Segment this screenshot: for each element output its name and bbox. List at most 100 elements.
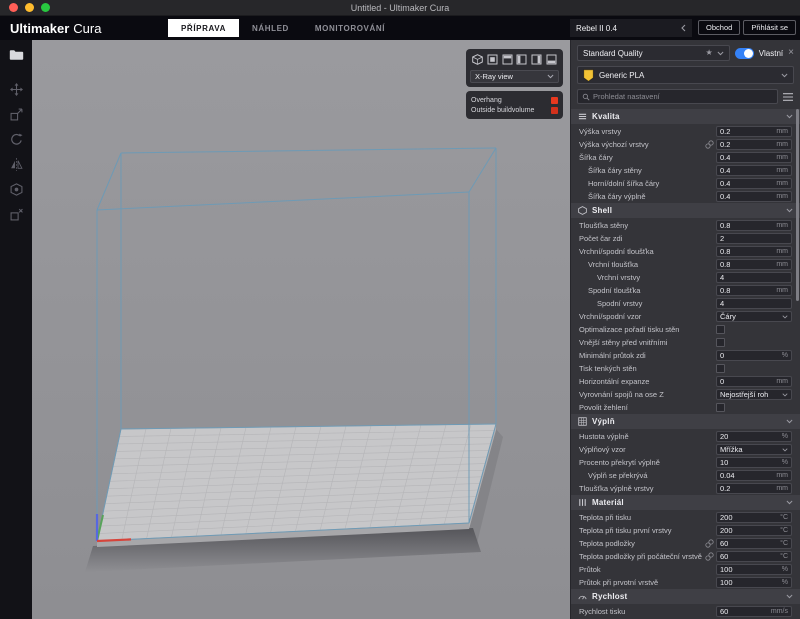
- setting-row[interactable]: Šířka čáry výplně0.4mm: [571, 190, 800, 203]
- marketplace-button[interactable]: Obchod: [698, 20, 740, 35]
- setting-row[interactable]: Rychlost tisku60mm/s: [571, 605, 800, 618]
- minimize-window-button[interactable]: [25, 3, 34, 12]
- setting-row[interactable]: Horizontální expanze0mm: [571, 375, 800, 388]
- setting-dropdown[interactable]: Mřížka: [716, 444, 792, 455]
- setting-row[interactable]: Šířka čáry stěny0.4mm: [571, 164, 800, 177]
- setting-row[interactable]: Hustota výplně20%: [571, 430, 800, 443]
- setting-checkbox[interactable]: [716, 403, 725, 412]
- setting-value-field[interactable]: 0.4mm: [716, 165, 792, 176]
- settings-category-header[interactable]: Shell: [571, 203, 800, 218]
- setting-value-field[interactable]: 0.8mm: [716, 246, 792, 257]
- setting-checkbox[interactable]: [716, 338, 725, 347]
- setting-row[interactable]: Šířka čáry0.4mm: [571, 151, 800, 164]
- setting-value-field[interactable]: 0.2mm: [716, 139, 792, 150]
- view-top-icon[interactable]: [502, 54, 513, 65]
- view-right-icon[interactable]: [531, 54, 542, 65]
- material-dropdown[interactable]: Generic PLA: [577, 66, 794, 84]
- setting-row[interactable]: Výplňový vzorMřížka: [571, 443, 800, 456]
- settings-category-header[interactable]: Kvalita: [571, 109, 800, 124]
- viewport-3d[interactable]: X-Ray view OverhangOutside buildvolume: [32, 40, 570, 619]
- setting-value-field[interactable]: 0.04mm: [716, 470, 792, 481]
- setting-row[interactable]: Průtok při prvotní vrstvě100%: [571, 576, 800, 589]
- tab-prepare[interactable]: PŘÍPRAVA: [168, 19, 239, 37]
- view-mode-dropdown[interactable]: X-Ray view: [470, 70, 559, 83]
- setting-checkbox[interactable]: [716, 364, 725, 373]
- view-left-icon[interactable]: [516, 54, 527, 65]
- settings-category-header[interactable]: Materiál: [571, 495, 800, 510]
- setting-value-field[interactable]: 2: [716, 233, 792, 244]
- build-plate-scene[interactable]: [32, 40, 570, 619]
- setting-row[interactable]: Optimalizace pořadí tisku stěn: [571, 323, 800, 336]
- close-icon[interactable]: ×: [788, 48, 794, 58]
- setting-row[interactable]: Teplota při tisku první vrstvy200°C: [571, 524, 800, 537]
- setting-row[interactable]: Průtok100%: [571, 563, 800, 576]
- setting-value-field[interactable]: 200°C: [716, 525, 792, 536]
- setting-row[interactable]: Výška vrstvy0.2mm: [571, 125, 800, 138]
- setting-value-field[interactable]: 0.4mm: [716, 191, 792, 202]
- setting-value-field[interactable]: 0mm: [716, 376, 792, 387]
- setting-value-field[interactable]: 0.2mm: [716, 126, 792, 137]
- setting-value-field[interactable]: 60°C: [716, 551, 792, 562]
- setting-row[interactable]: Vyrovnání spojů na ose ZNejostřejší roh: [571, 388, 800, 401]
- setting-row[interactable]: Horní/dolní šířka čáry0.4mm: [571, 177, 800, 190]
- setting-row[interactable]: Tloušťka výplně vrstvy0.2mm: [571, 482, 800, 495]
- close-window-button[interactable]: [9, 3, 18, 12]
- per-model-settings-button[interactable]: [4, 177, 28, 201]
- sign-in-button[interactable]: Přihlásit se: [743, 20, 796, 35]
- settings-menu-icon[interactable]: [782, 92, 794, 102]
- tab-monitor[interactable]: MONITOROVÁNÍ: [302, 19, 398, 37]
- custom-settings-toggle[interactable]: [735, 48, 754, 59]
- settings-scrollbar[interactable]: [796, 109, 799, 301]
- setting-value-field[interactable]: 0.8mm: [716, 285, 792, 296]
- setting-row[interactable]: Vrchní tloušťka0.8mm: [571, 258, 800, 271]
- setting-row[interactable]: Teplota podložky60°C: [571, 537, 800, 550]
- view-3d-icon[interactable]: [472, 54, 483, 65]
- tab-preview[interactable]: NÁHLED: [239, 19, 302, 37]
- setting-value-field[interactable]: 0.4mm: [716, 152, 792, 163]
- setting-row[interactable]: Výplň se překrývá0.04mm: [571, 469, 800, 482]
- setting-value-field[interactable]: 100%: [716, 564, 792, 575]
- view-front-icon[interactable]: [487, 54, 498, 65]
- setting-value-field[interactable]: 0.4mm: [716, 178, 792, 189]
- scale-tool-button[interactable]: [4, 102, 28, 126]
- settings-category-header[interactable]: Výplň: [571, 414, 800, 429]
- setting-row[interactable]: Teplota podložky při počáteční vrstvě60°…: [571, 550, 800, 563]
- setting-row[interactable]: Procento překrytí výplně10%: [571, 456, 800, 469]
- setting-value-field[interactable]: 0.2mm: [716, 483, 792, 494]
- setting-value-field[interactable]: 4: [716, 272, 792, 283]
- setting-row[interactable]: Spodní vrstvy4: [571, 297, 800, 310]
- setting-row[interactable]: Teplota při tisku200°C: [571, 511, 800, 524]
- setting-value-field[interactable]: 200°C: [716, 512, 792, 523]
- setting-value-field[interactable]: 100%: [716, 577, 792, 588]
- setting-value-field[interactable]: 0.8mm: [716, 220, 792, 231]
- move-tool-button[interactable]: [4, 77, 28, 101]
- setting-value-field[interactable]: 0%: [716, 350, 792, 361]
- setting-value-field[interactable]: 10%: [716, 457, 792, 468]
- open-file-button[interactable]: [4, 45, 28, 65]
- zoom-window-button[interactable]: [41, 3, 50, 12]
- setting-row[interactable]: Vrchní vrstvy4: [571, 271, 800, 284]
- setting-row[interactable]: Tloušťka stěny0.8mm: [571, 219, 800, 232]
- setting-row[interactable]: Vrchní/spodní vzorČáry: [571, 310, 800, 323]
- setting-value-field[interactable]: 60mm/s: [716, 606, 792, 617]
- setting-row[interactable]: Počet čar zdi2: [571, 232, 800, 245]
- mirror-tool-button[interactable]: [4, 152, 28, 176]
- support-blocker-button[interactable]: [4, 202, 28, 226]
- setting-value-field[interactable]: 4: [716, 298, 792, 309]
- rotate-tool-button[interactable]: [4, 127, 28, 151]
- setting-value-field[interactable]: 0.8mm: [716, 259, 792, 270]
- setting-row[interactable]: Spodní tloušťka0.8mm: [571, 284, 800, 297]
- setting-value-field[interactable]: 20%: [716, 431, 792, 442]
- setting-row[interactable]: Povolit žehlení: [571, 401, 800, 414]
- setting-dropdown[interactable]: Nejostřejší roh: [716, 389, 792, 400]
- setting-row[interactable]: Výška výchozí vrstvy0.2mm: [571, 138, 800, 151]
- settings-category-header[interactable]: Rychlost: [571, 589, 800, 604]
- view-bottom-icon[interactable]: [546, 54, 557, 65]
- profile-dropdown[interactable]: Standard Quality ★: [577, 45, 730, 61]
- setting-dropdown[interactable]: Čáry: [716, 311, 792, 322]
- setting-row[interactable]: Vrchní/spodní tloušťka0.8mm: [571, 245, 800, 258]
- setting-row[interactable]: Vnější stěny před vnitřními: [571, 336, 800, 349]
- printer-selector[interactable]: Rebel II 0.4: [570, 19, 692, 37]
- setting-checkbox[interactable]: [716, 325, 725, 334]
- setting-row[interactable]: Minimální průtok zdi0%: [571, 349, 800, 362]
